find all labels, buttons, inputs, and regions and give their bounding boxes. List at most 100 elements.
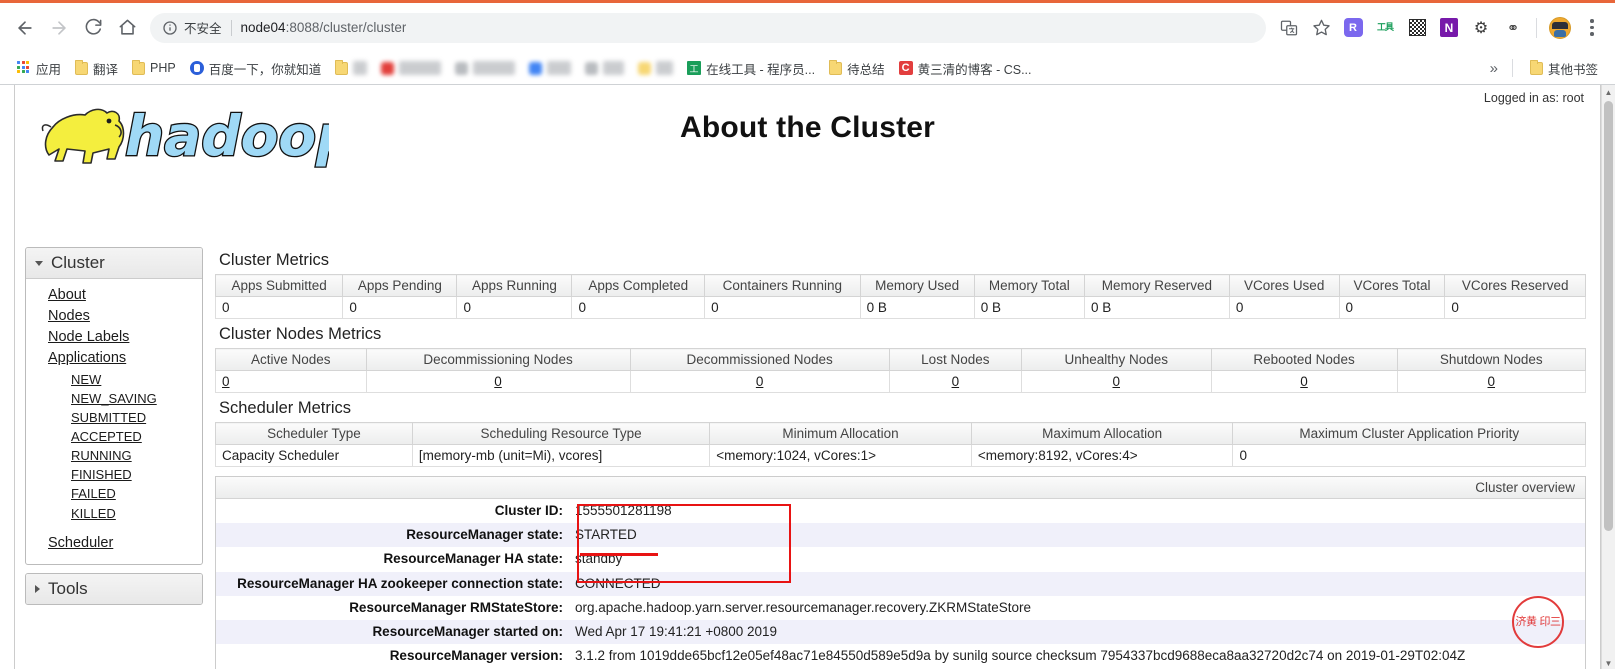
decommissioning-nodes-link[interactable]: 0 <box>494 374 502 389</box>
sidebar-item-new-saving[interactable]: NEW_SAVING <box>26 389 202 408</box>
cell-minimum-allocation: <memory:1024, vCores:1> <box>709 444 972 467</box>
sidebar-item-accepted[interactable]: ACCEPTED <box>26 427 202 446</box>
unhealthy-nodes-link[interactable]: 0 <box>1112 374 1120 389</box>
value-rm-ha-state: standby <box>575 551 623 567</box>
translate-icon[interactable] <box>1274 13 1304 43</box>
value-rm-state: STARTED <box>575 527 637 543</box>
extension-molecule-icon[interactable]: ⚭ <box>1498 13 1528 43</box>
value-rm-statestore: org.apache.hadoop.yarn.server.resourcema… <box>575 599 1031 615</box>
col-apps-submitted: Apps Submitted <box>214 274 344 297</box>
scroll-up-arrow[interactable]: ▲ <box>1602 85 1615 99</box>
back-arrow-icon[interactable] <box>8 11 42 45</box>
cluster-nodes-metrics-table: Active Nodes Decommissioning Nodes Decom… <box>215 348 1587 393</box>
cell-rebooted-nodes[interactable]: 0 <box>1210 370 1398 393</box>
bookmark-censored[interactable] <box>522 58 578 78</box>
cell-active-nodes[interactable]: 0 <box>215 370 367 393</box>
scrollbar-thumb[interactable] <box>1604 101 1613 531</box>
active-nodes-link[interactable]: 0 <box>222 374 230 389</box>
cell-lost-nodes[interactable]: 0 <box>888 370 1022 393</box>
bookmark-censored[interactable] <box>328 58 374 78</box>
col-shutdown-nodes: Shutdown Nodes <box>1396 348 1587 371</box>
cell-decommissioned-nodes[interactable]: 0 <box>629 370 890 393</box>
extension-tools-icon[interactable]: 工具 <box>1370 13 1400 43</box>
info-circle-icon[interactable] <box>162 20 178 36</box>
sidebar-item-scheduler[interactable]: Scheduler <box>26 533 202 554</box>
shutdown-nodes-link[interactable]: 0 <box>1488 374 1496 389</box>
sidebar-cluster-header[interactable]: Cluster <box>26 248 202 279</box>
bookmark-censored[interactable] <box>631 58 680 78</box>
sidebar-item-about[interactable]: About <box>26 285 202 306</box>
avatar-image <box>1549 16 1571 39</box>
bookmark-baidu[interactable]: 百度一下，你就知道 <box>183 56 329 81</box>
bookmarks-overflow-button[interactable]: » <box>1486 60 1502 77</box>
cell-memory-total: 0 B <box>973 296 1085 319</box>
scroll-down-arrow[interactable]: ▼ <box>1602 656 1615 669</box>
extension-bug-icon[interactable]: ⚙ <box>1466 13 1496 43</box>
label-rm-started-on: ResourceManager started on: <box>372 624 563 640</box>
sidebar-item-nodes[interactable]: Nodes <box>26 306 202 327</box>
page-scrollbar[interactable]: ▲ ▼ <box>1601 85 1615 669</box>
bookmark-label <box>546 61 571 75</box>
label-rm-ha-zk-state: ResourceManager HA zookeeper connection … <box>237 575 563 591</box>
sidebar-item-submitted[interactable]: SUBMITTED <box>26 408 202 427</box>
qrcode-glyph <box>1408 19 1426 36</box>
extension-onenote-icon[interactable]: N <box>1434 13 1464 43</box>
rebooted-nodes-link[interactable]: 0 <box>1300 374 1308 389</box>
extension-r-icon[interactable]: R <box>1338 13 1368 43</box>
bookmark-star-icon[interactable] <box>1306 13 1336 43</box>
col-containers-running: Containers Running <box>704 274 861 297</box>
col-unhealthy-nodes: Unhealthy Nodes <box>1020 348 1212 371</box>
sidebar-item-applications[interactable]: Applications <box>26 348 202 369</box>
sidebar-item-node-labels[interactable]: Node Labels <box>26 327 202 348</box>
chevron-right-icon <box>35 584 40 593</box>
bookmark-translate[interactable]: 翻译 <box>68 56 125 81</box>
cell-unhealthy-nodes[interactable]: 0 <box>1020 370 1212 393</box>
chrome-menu-icon[interactable] <box>1577 13 1607 43</box>
bookmark-censored[interactable] <box>448 58 522 78</box>
reload-icon[interactable] <box>76 11 110 45</box>
cell-shutdown-nodes[interactable]: 0 <box>1396 370 1587 393</box>
decommissioned-nodes-link[interactable]: 0 <box>756 374 764 389</box>
value-rm-started-on: Wed Apr 17 19:41:21 +0800 2019 <box>575 624 778 640</box>
kebab-glyph <box>1590 19 1594 36</box>
col-vcores-total: VCores Total <box>1338 274 1446 297</box>
forward-arrow-icon[interactable] <box>42 11 76 45</box>
cell-decommissioning-nodes[interactable]: 0 <box>365 370 631 393</box>
extension-qrcode-icon[interactable] <box>1402 13 1432 43</box>
cluster-overview-panel: Cluster overview Cluster ID: 15555012811… <box>215 476 1586 669</box>
sidebar-item-running[interactable]: RUNNING <box>26 446 202 465</box>
folder-icon <box>132 59 146 75</box>
sidebar-item-failed[interactable]: FAILED <box>26 484 202 503</box>
cluster-metrics-table: Apps Submitted Apps Pending Apps Running… <box>214 274 1586 319</box>
cell-apps-pending: 0 <box>342 296 458 319</box>
browser-window: 不安全 node04:8088/cluster/cluster R 工具 N ⚙… <box>0 0 1615 669</box>
omnibox-divider <box>230 19 232 36</box>
table-row: 0 0 0 0 0 0 B 0 B 0 B 0 0 0 <box>214 296 1586 319</box>
lost-nodes-link[interactable]: 0 <box>952 374 960 389</box>
cluster-metrics-title: Cluster Metrics <box>219 251 330 269</box>
profile-avatar[interactable] <box>1545 13 1575 43</box>
bookmark-csdn-blog[interactable]: C 黄三清的博客 - CS... <box>892 56 1039 81</box>
sidebar-item-new[interactable]: NEW <box>26 370 202 389</box>
sidebar-item-finished[interactable]: FINISHED <box>26 465 202 484</box>
bookmark-online-tools[interactable]: 工 在线工具 - 程序员... <box>680 56 822 81</box>
cluster-overview-table: Cluster ID: 1555501281198 ResourceManage… <box>216 499 1585 669</box>
col-apps-running: Apps Running <box>456 274 573 297</box>
bookmark-php[interactable]: PHP <box>125 58 183 78</box>
sidebar-tools-header[interactable]: Tools <box>26 573 202 604</box>
bookmarks-divider <box>1511 59 1513 77</box>
bookmark-apps[interactable]: 应用 <box>10 56 68 81</box>
home-icon[interactable] <box>110 11 144 45</box>
col-decommissioned-nodes: Decommissioned Nodes <box>629 348 890 371</box>
value-cluster-id: 1555501281198 <box>575 503 672 518</box>
bookmark-censored[interactable] <box>578 58 631 78</box>
bookmark-censored[interactable] <box>374 58 448 78</box>
bookmark-pending-summary[interactable]: 待总结 <box>822 56 892 81</box>
sidebar-item-killed[interactable]: KILLED <box>26 504 202 523</box>
col-vcores-used: VCores Used <box>1228 274 1340 297</box>
address-bar[interactable]: 不安全 node04:8088/cluster/cluster <box>150 12 1266 43</box>
table-row: ResourceManager version: 3.1.2 from 1019… <box>216 644 1585 669</box>
bookmark-label: 翻译 <box>93 62 119 77</box>
cell-scheduling-resource-type: [memory-mb (unit=Mi), vcores] <box>411 444 711 467</box>
other-bookmarks-button[interactable]: 其他书签 <box>1523 56 1605 81</box>
